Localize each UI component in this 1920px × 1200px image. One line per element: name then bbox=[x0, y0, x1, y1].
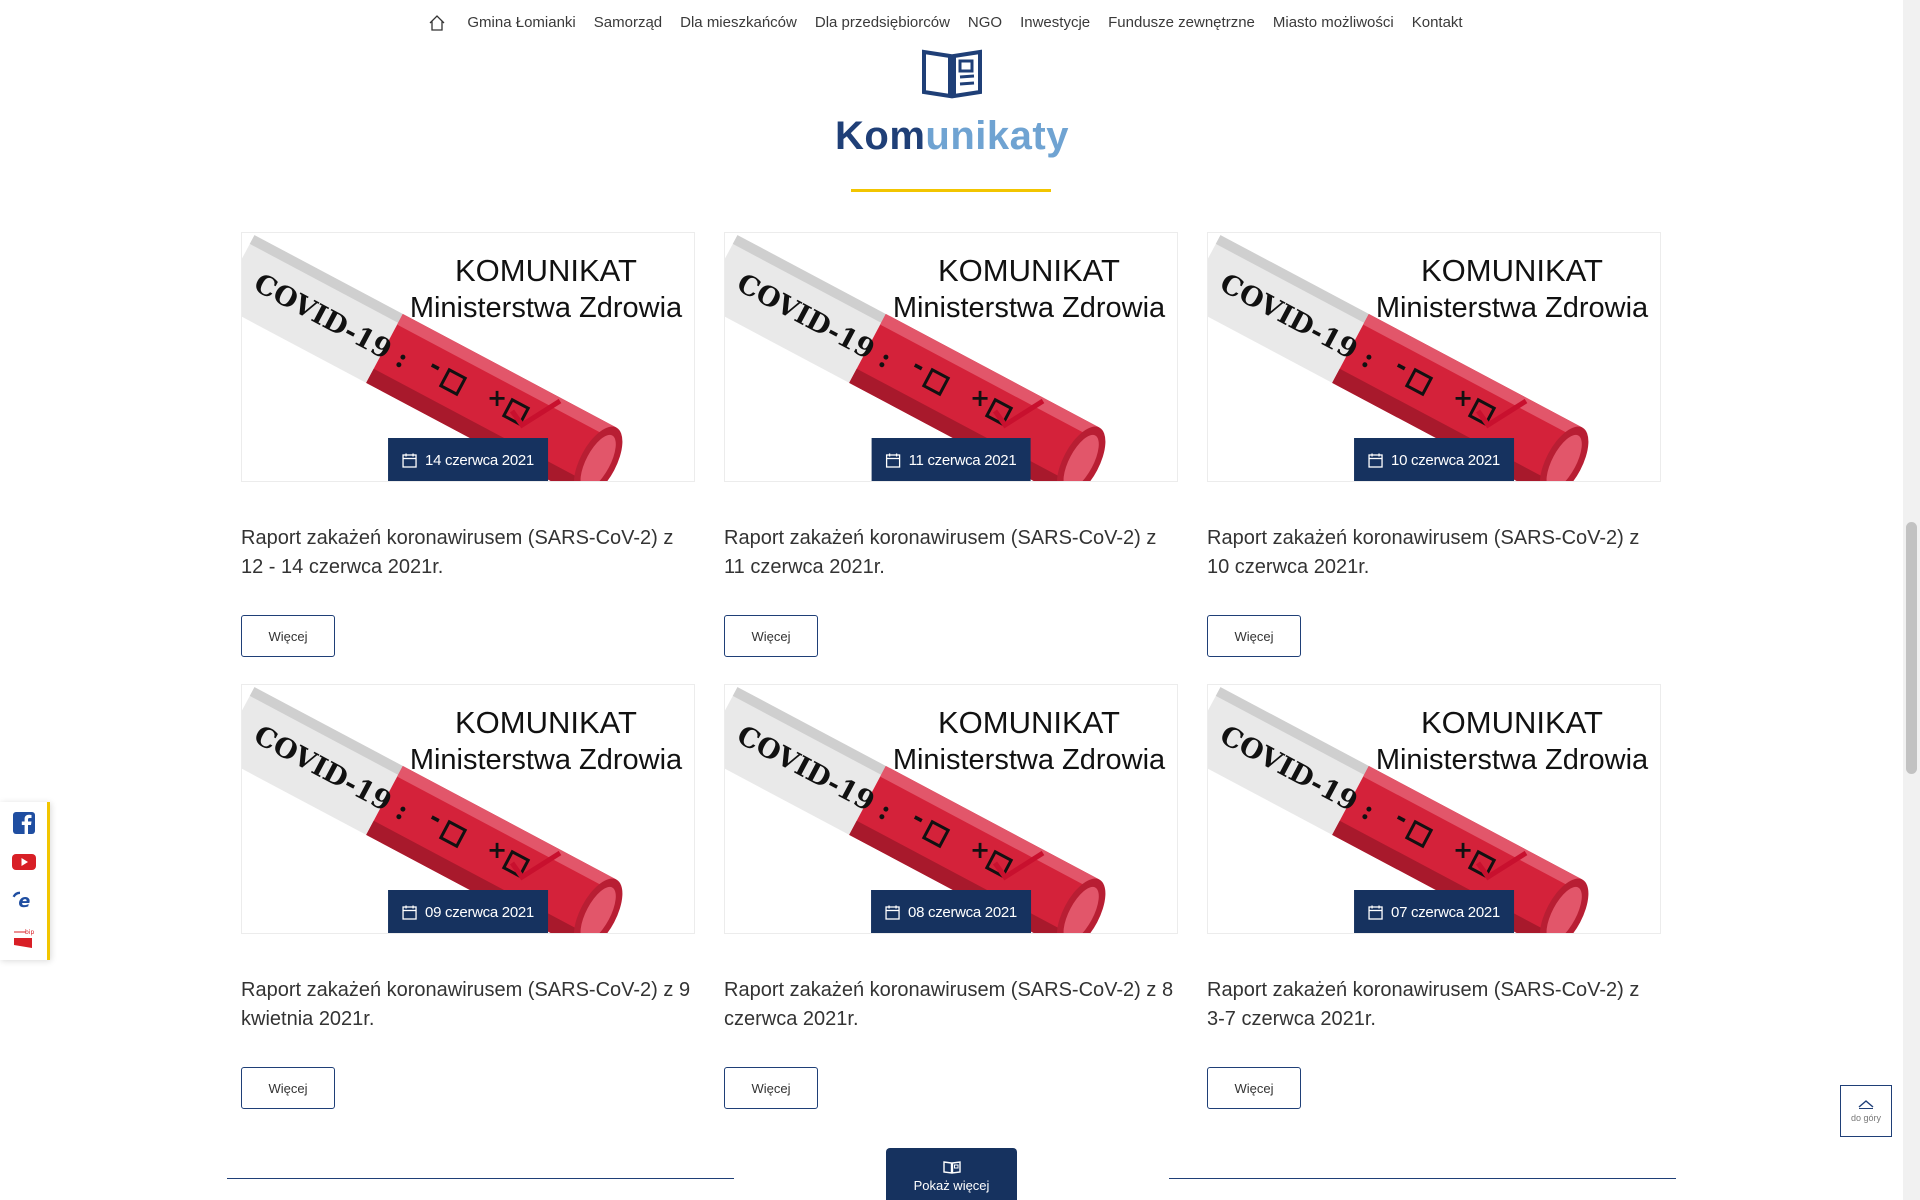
show-more-button[interactable]: Pokaż więcej bbox=[886, 1148, 1017, 1200]
calendar-icon bbox=[402, 453, 417, 468]
section-title: Komunikaty bbox=[0, 114, 1904, 159]
ministerstwo-heading: Ministerstwa Zdrowia bbox=[410, 292, 683, 324]
date-badge: 10 czerwca 2021 bbox=[1354, 438, 1514, 481]
section-title-part2: unikaty bbox=[925, 114, 1069, 158]
title-underline bbox=[851, 189, 1051, 192]
positive-label: + bbox=[487, 836, 507, 864]
calendar-icon bbox=[1368, 453, 1383, 468]
news-thumbnail[interactable]: COVID-19 : - + KOMUNIKAT Ministerstwa Zd… bbox=[724, 684, 1178, 934]
chevron-up-icon bbox=[1858, 1100, 1874, 1109]
facebook-icon[interactable] bbox=[12, 811, 36, 835]
news-title[interactable]: Raport zakażeń koronawirusem (SARS-CoV-2… bbox=[724, 976, 1178, 1034]
news-title[interactable]: Raport zakażeń koronawirusem (SARS-CoV-2… bbox=[1207, 524, 1661, 582]
nav-item-miasto-mozliwosci[interactable]: Miasto możliwości bbox=[1264, 8, 1403, 38]
divider-left bbox=[227, 1178, 734, 1179]
scrollbar-thumb[interactable] bbox=[1906, 522, 1917, 774]
news-title[interactable]: Raport zakażeń koronawirusem (SARS-CoV-2… bbox=[1207, 976, 1661, 1034]
show-more-label: Pokaż więcej bbox=[913, 1177, 990, 1193]
youtube-icon[interactable] bbox=[12, 850, 36, 874]
nav-item-fundusze[interactable]: Fundusze zewnętrzne bbox=[1099, 8, 1264, 38]
date-badge: 08 czerwca 2021 bbox=[871, 890, 1031, 933]
date-text: 08 czerwca 2021 bbox=[908, 904, 1017, 921]
date-badge: 09 czerwca 2021 bbox=[388, 890, 548, 933]
date-badge: 11 czerwca 2021 bbox=[871, 438, 1031, 481]
positive-label: + bbox=[970, 836, 990, 864]
divider-right bbox=[1169, 1178, 1676, 1179]
more-button[interactable]: Więcej bbox=[724, 615, 818, 657]
ministerstwo-heading: Ministerstwa Zdrowia bbox=[410, 744, 683, 776]
calendar-icon bbox=[885, 453, 901, 468]
back-to-top-label: do góry bbox=[1850, 1113, 1882, 1123]
top-navigation: Gmina Łomianki Samorząd Dla mieszkańców … bbox=[0, 8, 1900, 38]
news-thumbnail[interactable]: COVID-19 : - + KOMUNIKAT Ministerstwa Zd… bbox=[1207, 684, 1661, 934]
social-sidebar: e bip bbox=[0, 802, 50, 960]
home-icon[interactable] bbox=[428, 12, 448, 34]
nav-item-gmina[interactable]: Gmina Łomianki bbox=[458, 8, 584, 38]
date-badge: 07 czerwca 2021 bbox=[1354, 890, 1514, 933]
date-text: 14 czerwca 2021 bbox=[425, 452, 534, 469]
ministerstwo-heading: Ministerstwa Zdrowia bbox=[1376, 744, 1649, 776]
positive-label: + bbox=[487, 384, 507, 412]
date-badge: 14 czerwca 2021 bbox=[388, 438, 548, 481]
news-thumbnail[interactable]: COVID-19 : - + KOMUNIKAT Ministerstwa Zd… bbox=[241, 684, 695, 934]
positive-label: + bbox=[1453, 836, 1473, 864]
more-button[interactable]: Więcej bbox=[1207, 1067, 1301, 1109]
nav-item-kontakt[interactable]: Kontakt bbox=[1403, 8, 1472, 38]
back-to-top-button[interactable]: do góry bbox=[1840, 1085, 1892, 1137]
news-card: COVID-19 : - + KOMUNIKAT Ministerstwa Zd… bbox=[724, 684, 1178, 1109]
komunikat-heading: KOMUNIKAT bbox=[938, 253, 1120, 288]
news-title[interactable]: Raport zakażeń koronawirusem (SARS-CoV-2… bbox=[241, 524, 695, 582]
epuap-icon[interactable]: e bbox=[12, 888, 36, 912]
book-icon bbox=[942, 1160, 961, 1174]
komunikat-heading: KOMUNIKAT bbox=[455, 253, 637, 288]
nav-item-dla-przedsiebiorcow[interactable]: Dla przedsiębiorców bbox=[806, 8, 959, 38]
calendar-icon bbox=[885, 905, 900, 920]
section-title-part1: Kom bbox=[835, 114, 926, 158]
news-card: COVID-19 : - + KOMUNIKAT Ministerstwa Zd… bbox=[724, 232, 1178, 657]
news-thumbnail[interactable]: COVID-19 : - + KOMUNIKAT Ministerstwa Zd… bbox=[724, 232, 1178, 482]
news-thumbnail[interactable]: COVID-19 : - + KOMUNIKAT Ministerstwa Zd… bbox=[241, 232, 695, 482]
news-card: COVID-19 : - + KOMUNIKAT Ministerstwa Zd… bbox=[1207, 232, 1661, 657]
calendar-icon bbox=[402, 905, 417, 920]
more-button[interactable]: Więcej bbox=[241, 1067, 335, 1109]
date-text: 10 czerwca 2021 bbox=[1391, 452, 1500, 469]
news-thumbnail[interactable]: COVID-19 : - + KOMUNIKAT Ministerstwa Zd… bbox=[1207, 232, 1661, 482]
ministerstwo-heading: Ministerstwa Zdrowia bbox=[893, 292, 1166, 324]
ministerstwo-heading: Ministerstwa Zdrowia bbox=[893, 744, 1166, 776]
news-title[interactable]: Raport zakażeń koronawirusem (SARS-CoV-2… bbox=[724, 524, 1178, 582]
positive-label: + bbox=[1453, 384, 1473, 412]
komunikat-heading: KOMUNIKAT bbox=[455, 705, 637, 740]
bip-label: bip bbox=[25, 929, 34, 936]
calendar-icon bbox=[1368, 905, 1383, 920]
news-card: COVID-19 : - + KOMUNIKAT Ministerstwa Zd… bbox=[1207, 684, 1661, 1109]
date-text: 09 czerwca 2021 bbox=[425, 904, 534, 921]
nav-item-inwestycje[interactable]: Inwestycje bbox=[1011, 8, 1099, 38]
ministerstwo-heading: Ministerstwa Zdrowia bbox=[1376, 292, 1649, 324]
komunikat-heading: KOMUNIKAT bbox=[1421, 705, 1603, 740]
komunikat-heading: KOMUNIKAT bbox=[938, 705, 1120, 740]
nav-item-samorzad[interactable]: Samorząd bbox=[585, 8, 671, 38]
date-text: 07 czerwca 2021 bbox=[1391, 904, 1500, 921]
more-button[interactable]: Więcej bbox=[241, 615, 335, 657]
nav-item-ngo[interactable]: NGO bbox=[959, 8, 1011, 38]
more-button[interactable]: Więcej bbox=[724, 1067, 818, 1109]
positive-label: + bbox=[970, 384, 990, 412]
nav-item-dla-mieszkancow[interactable]: Dla mieszkańców bbox=[671, 8, 806, 38]
bip-icon[interactable]: bip bbox=[12, 926, 36, 950]
news-title[interactable]: Raport zakażeń koronawirusem (SARS-CoV-2… bbox=[241, 976, 695, 1034]
open-book-icon bbox=[920, 44, 984, 100]
komunikat-heading: KOMUNIKAT bbox=[1421, 253, 1603, 288]
svg-text:e: e bbox=[18, 892, 30, 912]
date-text: 11 czerwca 2021 bbox=[908, 452, 1017, 469]
more-button[interactable]: Więcej bbox=[1207, 615, 1301, 657]
news-card: COVID-19 : - + KOMUNIKAT Ministerstwa Zd… bbox=[241, 232, 695, 657]
news-card: COVID-19 : - + KOMUNIKAT Ministerstwa Zd… bbox=[241, 684, 695, 1109]
